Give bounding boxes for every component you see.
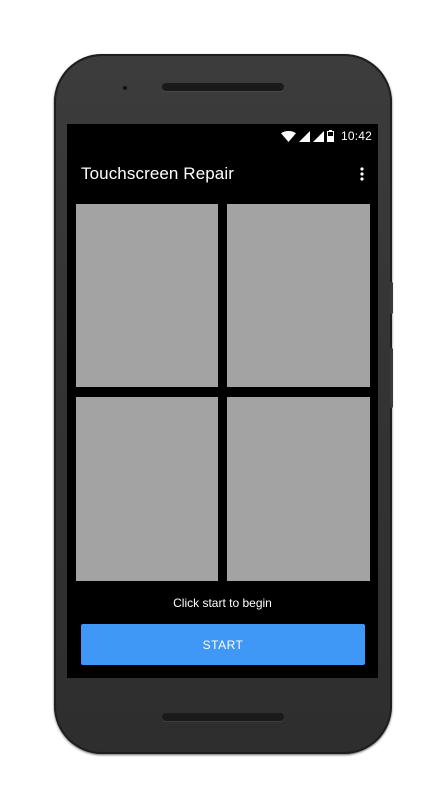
touch-tile-bottom-left[interactable] [76, 397, 218, 581]
touch-tile-top-left[interactable] [76, 204, 218, 387]
screen: 10:42 Touchscreen Repair Click start to … [67, 124, 378, 678]
bottom-speaker [162, 713, 284, 721]
more-vert-icon [360, 167, 364, 181]
touch-test-grid [76, 204, 370, 581]
app-bar: Touchscreen Repair [67, 148, 378, 200]
signal-icon [298, 130, 310, 142]
app-title: Touchscreen Repair [81, 164, 234, 183]
status-bar: 10:42 [67, 124, 378, 148]
page: 10:42 Touchscreen Repair Click start to … [0, 0, 448, 800]
more-options-button[interactable] [354, 162, 370, 186]
front-camera [123, 86, 127, 90]
touch-tile-bottom-right[interactable] [227, 397, 370, 581]
hint-text: Click start to begin [173, 596, 272, 610]
wifi-icon [280, 130, 296, 142]
battery-icon [326, 130, 334, 142]
top-speaker [162, 83, 284, 91]
touch-tile-top-right[interactable] [227, 204, 370, 387]
volume-button [390, 348, 393, 408]
signal-icon [312, 130, 324, 142]
status-time: 10:42 [340, 129, 372, 143]
start-button[interactable]: START [81, 624, 365, 665]
power-button [390, 282, 393, 314]
